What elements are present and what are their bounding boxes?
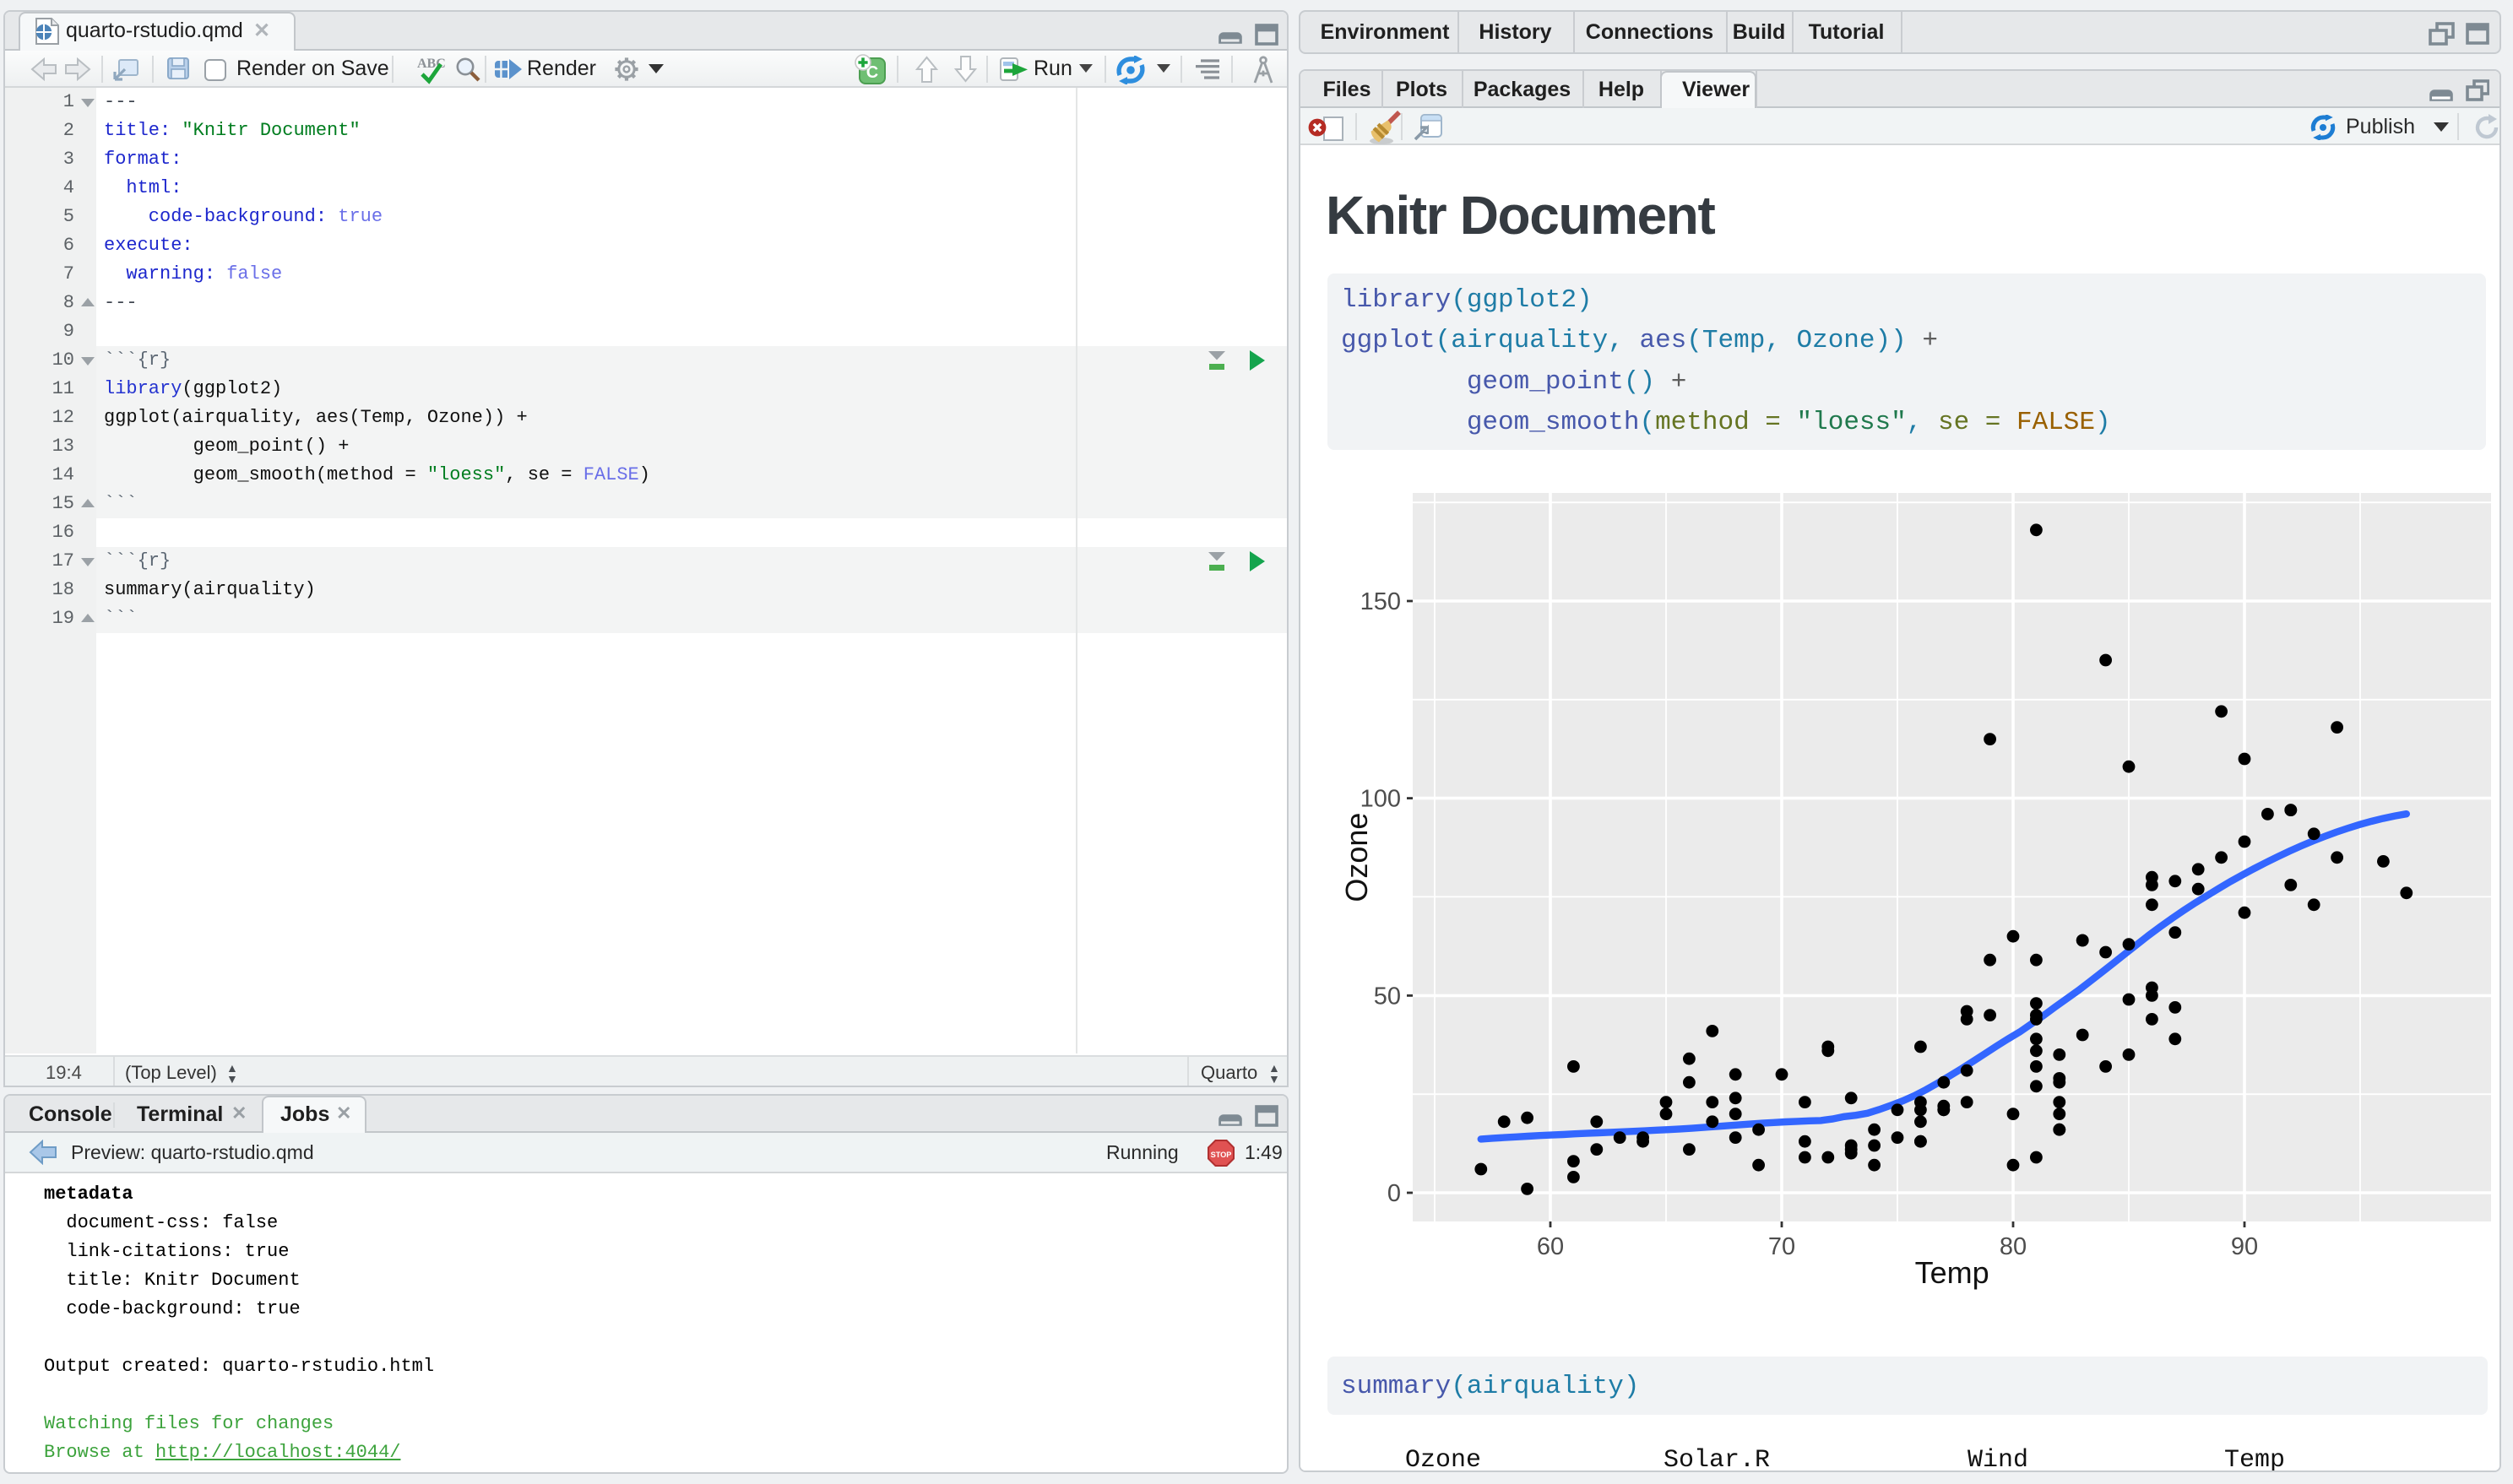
svg-text:ABC: ABC [417, 57, 446, 71]
svg-text:80: 80 [2000, 1233, 2027, 1260]
svg-text:90: 90 [2231, 1233, 2258, 1260]
svg-text:Temp: Temp [1915, 1255, 1989, 1290]
svg-text:STOP: STOP [1211, 1151, 1232, 1159]
svg-text:50: 50 [1374, 983, 1401, 1010]
svg-text:0: 0 [1387, 1180, 1401, 1207]
svg-text:60: 60 [1537, 1233, 1564, 1260]
svg-text:Ozone: Ozone [1339, 813, 1374, 902]
svg-text:150: 150 [1360, 588, 1401, 615]
svg-text:100: 100 [1360, 786, 1401, 813]
svg-text:70: 70 [1768, 1233, 1795, 1260]
